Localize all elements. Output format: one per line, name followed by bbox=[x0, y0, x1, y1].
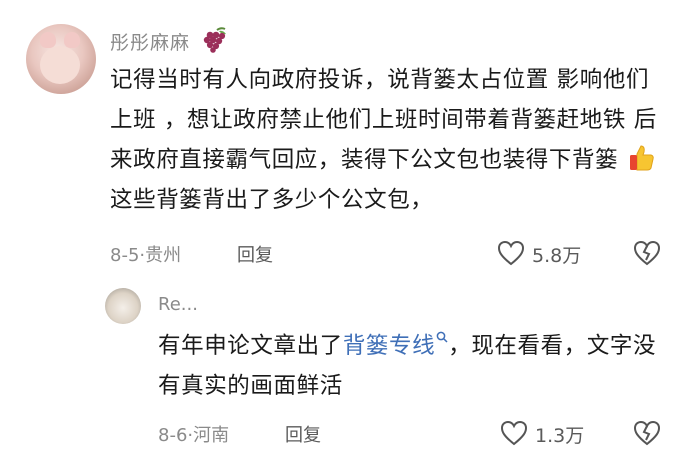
topic-link-label[interactable]: 背篓专线 bbox=[343, 333, 435, 359]
reply-like-count: 1.3万 bbox=[535, 425, 585, 447]
like-count: 5.8万 bbox=[532, 245, 582, 267]
reply-username[interactable]: Re... bbox=[158, 294, 198, 315]
topic-link[interactable]: 背篓专线 bbox=[343, 331, 448, 359]
comment-text: 记得当时有人向政府投诉，说背篓太占位置 影响他们上班 ，想让政府禁止他们上班时间… bbox=[110, 60, 670, 220]
comment-username[interactable]: 彤彤麻麻 bbox=[110, 28, 190, 55]
grapes-icon bbox=[203, 27, 226, 53]
reply-avatar[interactable] bbox=[105, 288, 141, 324]
reply-button[interactable]: 回复 bbox=[237, 241, 273, 267]
comment-text-main: 记得当时有人向政府投诉，说背篓太占位置 影响他们上班 ，想让政府禁止他们上班时间… bbox=[110, 67, 657, 173]
thumbs-up-icon bbox=[629, 145, 654, 171]
comment-text-tail: 这些背篓背出了多少个公文包， bbox=[110, 187, 434, 213]
reply-reply-button[interactable]: 回复 bbox=[285, 421, 321, 447]
reply-like-heart-icon[interactable] bbox=[500, 420, 528, 446]
search-icon[interactable] bbox=[436, 331, 448, 343]
avatar[interactable] bbox=[26, 24, 96, 94]
comment-date-location: 8-5·贵州 bbox=[110, 245, 182, 266]
reply-text: 有年申论文章出了背篓专线 ，现在看看，文字没有真实的画面鲜活 bbox=[158, 326, 658, 406]
reply-date-location: 8-6·河南 bbox=[158, 425, 230, 446]
reply-dislike-broken-heart-icon[interactable] bbox=[633, 420, 661, 446]
reply-text-main: 有年申论文章出了 bbox=[158, 333, 343, 359]
dislike-broken-heart-icon[interactable] bbox=[633, 240, 661, 266]
like-heart-icon[interactable] bbox=[497, 240, 525, 266]
